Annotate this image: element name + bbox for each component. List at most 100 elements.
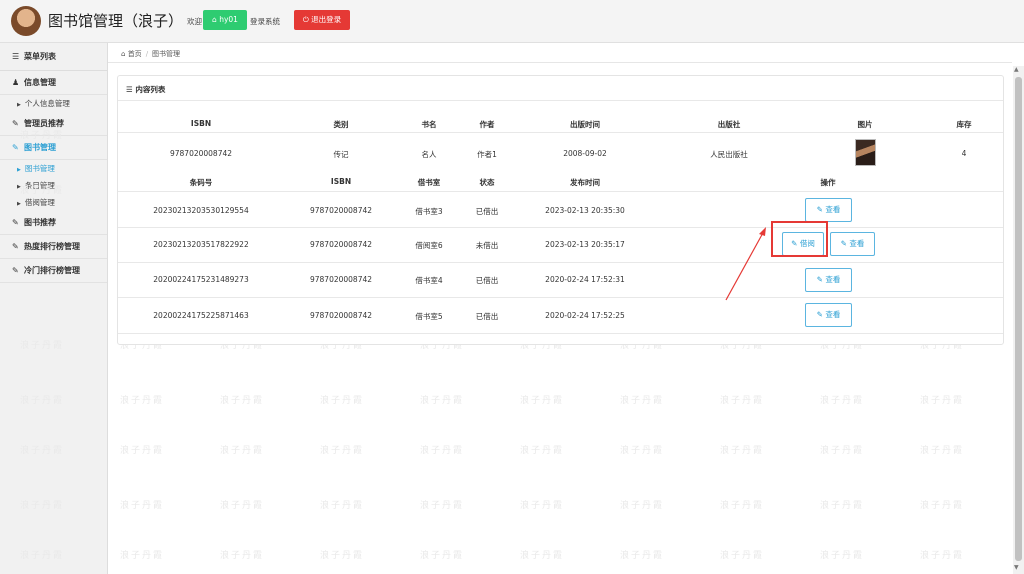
copy-row-4-room: 借书室5	[415, 312, 443, 321]
breadcrumb-separator: /	[145, 50, 149, 58]
copy-row-3-barcode: 20200224175231489273	[153, 275, 249, 284]
power-icon: ⏻	[302, 15, 309, 24]
book-stock: 4	[961, 149, 967, 158]
watermark-text: 浪子丹霞	[420, 501, 465, 511]
copy-header-status: 状态	[479, 178, 495, 187]
divider	[118, 262, 1003, 263]
scrollbar-thumb[interactable]	[1015, 77, 1022, 561]
copy-row-1-isbn: 9787020008742	[309, 206, 373, 215]
view-button-row-3[interactable]: ✎ 查看	[805, 268, 852, 292]
divider	[118, 100, 1003, 101]
watermark-text: 浪子丹霞	[320, 501, 365, 511]
copy-row-4-status: 已借出	[475, 312, 499, 321]
watermark-text: 浪子丹霞	[820, 396, 865, 406]
copy-header-actions: 操作	[820, 178, 836, 187]
watermark-text: 浪子丹霞	[520, 446, 565, 456]
sidebar-group-admin-recommend[interactable]: ✎ 管理员推荐	[0, 112, 107, 136]
sidebar-group-book-recommend[interactable]: ✎ 图书推荐	[0, 211, 107, 235]
divider	[118, 333, 1003, 334]
watermark-text: 浪子丹霞	[220, 396, 265, 406]
caret-right-icon: ▶	[17, 184, 21, 190]
welcome-text: 欢迎	[187, 17, 202, 26]
sidebar-group-info[interactable]: ♟ 信息管理	[0, 71, 107, 95]
scroll-down-icon[interactable]: ▼	[1014, 564, 1019, 571]
sidebar-item-entry-management[interactable]: ▶ 条目管理	[0, 177, 107, 194]
watermark-text: 浪子丹霞	[820, 501, 865, 511]
sidebar: ☰ 菜单列表 ♟ 信息管理 ▶ 个人信息管理 ✎ 管理员推荐 ✎ 图书管理 ▶ 图书管理 ▶…	[0, 43, 108, 574]
list-icon: ☰	[126, 85, 133, 94]
watermark-text: 浪子丹霞	[120, 396, 165, 406]
edit-icon: ✎	[840, 239, 847, 248]
copy-row-4-time: 2020-02-24 17:52:25	[545, 311, 625, 320]
caret-right-icon: ▶	[17, 102, 21, 108]
user-button[interactable]: ⌂ hy01	[203, 10, 247, 30]
top-header: 图书馆管理（浪子） 欢迎 ⌂ hy01 登录系统 ⏻ 退出登录	[0, 0, 1024, 43]
copy-header-room: 借书室	[417, 178, 441, 187]
divider	[118, 132, 1003, 133]
sidebar-group-cold-ranking[interactable]: ✎ 冷门排行榜管理	[0, 259, 107, 283]
view-button-row-2[interactable]: ✎ 查看	[830, 232, 875, 256]
book-isbn: 9787020008742	[169, 149, 233, 158]
copy-row-1-status: 已借出	[475, 207, 499, 216]
watermark-text: 浪子丹霞	[720, 446, 765, 456]
watermark-text: 浪子丹霞	[620, 501, 665, 511]
watermark-text: 浪子丹霞	[420, 446, 465, 456]
view-button-row-1[interactable]: ✎ 查看	[805, 198, 852, 222]
app-title: 图书馆管理（浪子）	[48, 12, 184, 30]
book-header-author: 作者	[479, 120, 495, 129]
watermark-text: 浪子丹霞	[320, 446, 365, 456]
content-panel: ☰ 内容列表 ISBN 类别 书名 作者 出版时间 出版社 图片 库存 9787…	[117, 75, 1004, 345]
watermark-text: 浪子丹霞	[120, 551, 165, 561]
copy-row-2-room: 借阅室6	[415, 241, 443, 250]
edit-icon: ✎	[12, 143, 19, 152]
book-name: 名人	[421, 150, 437, 159]
caret-right-icon: ▶	[17, 201, 21, 207]
breadcrumb-home[interactable]: 首页	[128, 50, 142, 58]
book-header-category: 类别	[333, 120, 349, 129]
copy-row-1-room: 借书室3	[415, 207, 443, 216]
book-header-name: 书名	[421, 120, 437, 129]
edit-icon: ✎	[816, 205, 823, 214]
logout-button[interactable]: ⏻ 退出登录	[294, 10, 350, 30]
sidebar-item-personal-info[interactable]: ▶ 个人信息管理	[0, 95, 107, 112]
avatar	[11, 6, 41, 36]
book-header-image: 图片	[857, 120, 873, 129]
book-publisher: 人民出版社	[710, 150, 748, 159]
watermark-text: 浪子丹霞	[620, 446, 665, 456]
copy-row-3-room: 借书室4	[415, 276, 443, 285]
watermark-text: 浪子丹霞	[120, 446, 165, 456]
copy-row-3-time: 2020-02-24 17:52:31	[545, 275, 625, 284]
panel-title: ☰ 内容列表	[126, 85, 166, 94]
sidebar-item-book-management[interactable]: ▶ 图书管理	[0, 160, 107, 177]
book-cover-image	[855, 139, 876, 166]
watermark-text: 浪子丹霞	[320, 551, 365, 561]
copy-header-publish-time: 发布时间	[570, 178, 600, 187]
edit-icon: ✎	[12, 266, 19, 275]
watermark-text: 浪子丹霞	[420, 551, 465, 561]
list-icon: ☰	[12, 52, 20, 61]
scroll-up-icon[interactable]: ▲	[1014, 66, 1019, 73]
book-author: 作者1	[477, 150, 497, 159]
watermark-text: 浪子丹霞	[620, 396, 665, 406]
watermark-text: 浪子丹霞	[720, 501, 765, 511]
sidebar-group-hot-ranking[interactable]: ✎ 热度排行榜管理	[0, 235, 107, 259]
view-button-row-4[interactable]: ✎ 查看	[805, 303, 852, 327]
home-icon: ⌂	[212, 15, 217, 24]
sidebar-item-borrow-management[interactable]: ▶ 借阅管理	[0, 194, 107, 211]
book-category: 传记	[333, 150, 349, 159]
caret-right-icon: ▶	[17, 167, 21, 173]
user-icon: ♟	[12, 78, 20, 87]
watermark-text: 浪子丹霞	[520, 551, 565, 561]
breadcrumb: ⌂ 首页 / 图书管理	[121, 49, 180, 59]
watermark-text: 浪子丹霞	[520, 396, 565, 406]
copy-row-2-barcode: 20230213203517822922	[153, 240, 249, 249]
sidebar-group-book-management[interactable]: ✎ 图书管理	[0, 136, 107, 160]
user-button-label: hy01	[219, 15, 238, 24]
watermark-text: 浪子丹霞	[520, 501, 565, 511]
watermark-text: 浪子丹霞	[720, 551, 765, 561]
edit-icon: ✎	[816, 275, 823, 284]
watermark-text: 浪子丹霞	[820, 551, 865, 561]
copy-header-isbn: ISBN	[330, 177, 352, 186]
copy-row-4-barcode: 20200224175225871463	[153, 311, 249, 320]
divider	[118, 297, 1003, 298]
